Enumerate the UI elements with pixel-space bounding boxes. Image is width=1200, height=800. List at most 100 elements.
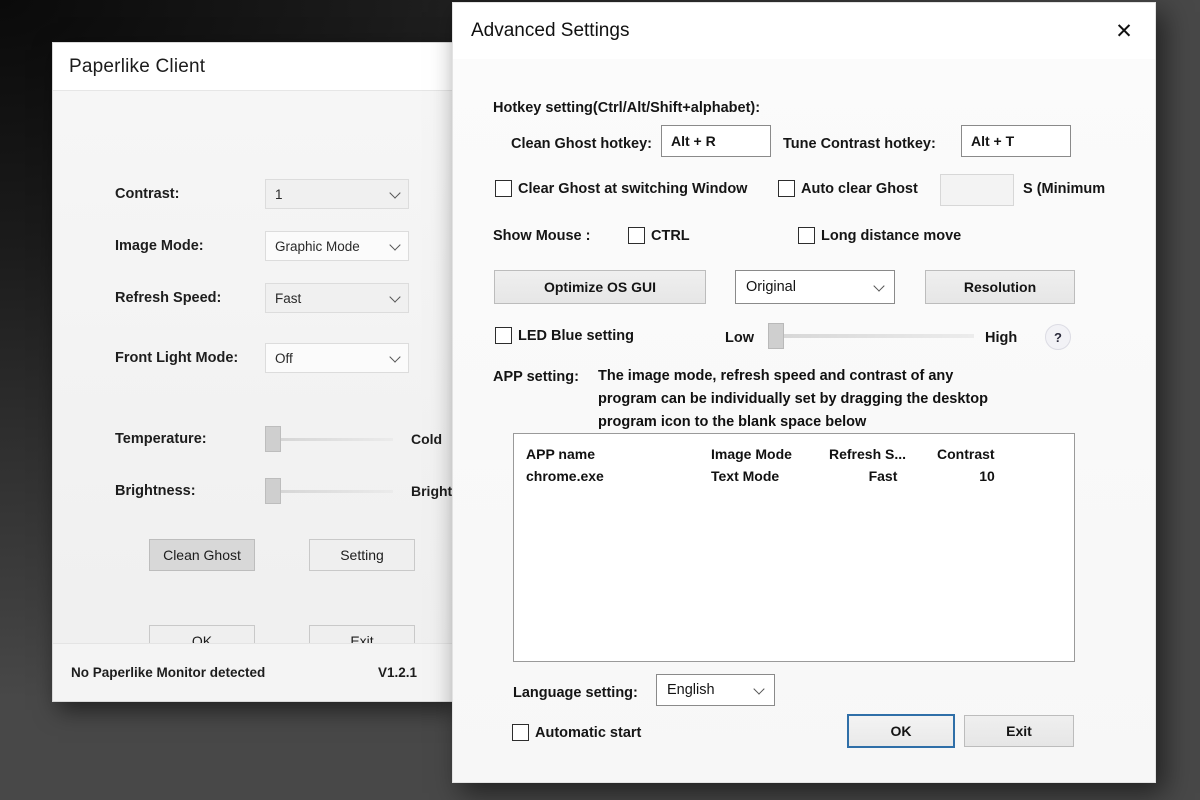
tune-contrast-hotkey-input[interactable]: Alt + T (961, 125, 1071, 157)
clear-ghost-switching-label: Clear Ghost at switching Window (518, 181, 747, 197)
clear-ghost-switching-checkbox[interactable] (495, 180, 512, 197)
hotkey-section-label: Hotkey setting(Ctrl/Alt/Shift+alphabet): (493, 100, 760, 116)
brightness-label: Brightness: (115, 483, 265, 499)
paperlike-field-front-light-mode: Front Light Mode: Off (115, 343, 445, 373)
advanced-titlebar: Advanced Settings ✕ (453, 3, 1155, 59)
led-blue-slider[interactable] (768, 323, 974, 349)
refresh-speed-label: Refresh Speed: (115, 290, 265, 306)
automatic-start-checkbox-row[interactable]: Automatic start (512, 724, 641, 741)
brightness-slider[interactable] (265, 478, 393, 504)
app-table-header-contrast: Contrast (937, 446, 1037, 462)
advanced-body: Hotkey setting(Ctrl/Alt/Shift+alphabet):… (453, 59, 1155, 782)
temperature-slider-thumb[interactable] (265, 426, 281, 452)
temperature-end-label: Cold (411, 431, 442, 447)
paperlike-field-contrast: Contrast: 1 (115, 179, 445, 209)
brightness-slider-thumb[interactable] (265, 478, 281, 504)
ctrl-label: CTRL (651, 228, 690, 244)
language-select-value: English (667, 682, 715, 698)
app-setting-label: APP setting: (493, 369, 579, 385)
resolution-button[interactable]: Resolution (925, 270, 1075, 304)
chevron-down-icon (390, 188, 402, 200)
app-table-cell-refresh-speed: Fast (829, 468, 937, 484)
contrast-value: 1 (275, 187, 283, 202)
app-table-header-image-mode: Image Mode (711, 446, 829, 462)
auto-clear-seconds-input[interactable] (940, 174, 1014, 206)
brightness-end-label: Bright (411, 483, 452, 499)
advanced-exit-button[interactable]: Exit (964, 715, 1074, 747)
paperlike-body: Contrast: 1 Image Mode: Graphic Mode Ref… (53, 91, 453, 701)
desktop-background: Paperlike Client Contrast: 1 Image Mode:… (0, 0, 1200, 800)
image-mode-value: Graphic Mode (275, 239, 360, 254)
paperlike-slider-brightness: Brightness: Bright (115, 476, 475, 506)
clean-ghost-hotkey-input[interactable]: Alt + R (661, 125, 771, 157)
app-table-header-refresh-speed: Refresh S... (829, 446, 937, 462)
automatic-start-checkbox[interactable] (512, 724, 529, 741)
long-distance-move-checkbox[interactable] (798, 227, 815, 244)
app-setting-description: The image mode, refresh speed and contra… (598, 365, 988, 434)
long-distance-move-checkbox-row[interactable]: Long distance move (798, 227, 961, 244)
clean-ghost-hotkey-label: Clean Ghost hotkey: (511, 136, 652, 152)
resolution-select-value: Original (746, 279, 796, 295)
setting-button[interactable]: Setting (309, 539, 415, 571)
temperature-label: Temperature: (115, 431, 265, 447)
close-icon[interactable]: ✕ (1101, 11, 1147, 51)
app-settings-table[interactable]: APP name Image Mode Refresh S... Contras… (513, 433, 1075, 662)
advanced-settings-title: Advanced Settings (471, 20, 629, 42)
help-icon[interactable]: ? (1045, 324, 1071, 350)
status-text: No Paperlike Monitor detected (71, 665, 265, 680)
front-light-mode-select[interactable]: Off (265, 343, 409, 373)
show-mouse-label: Show Mouse : (493, 228, 590, 244)
led-blue-checkbox[interactable] (495, 327, 512, 344)
app-table-cell-image-mode: Text Mode (711, 468, 829, 484)
temperature-slider-track (265, 438, 393, 441)
app-table-cell-contrast: 10 (937, 468, 1037, 484)
ctrl-checkbox-row[interactable]: CTRL (628, 227, 690, 244)
led-blue-slider-thumb[interactable] (768, 323, 784, 349)
app-setting-description-line-3: program icon to the blank space below (598, 411, 988, 434)
automatic-start-label: Automatic start (535, 725, 641, 741)
image-mode-select[interactable]: Graphic Mode (265, 231, 409, 261)
paperlike-field-image-mode: Image Mode: Graphic Mode (115, 231, 445, 261)
tune-contrast-hotkey-label: Tune Contrast hotkey: (783, 136, 936, 152)
paperlike-statusbar: No Paperlike Monitor detected V1.2.1 (53, 643, 453, 701)
paperlike-client-window: Paperlike Client Contrast: 1 Image Mode:… (52, 42, 454, 702)
led-blue-checkbox-row[interactable]: LED Blue setting (495, 327, 634, 344)
ctrl-checkbox[interactable] (628, 227, 645, 244)
auto-clear-ghost-checkbox-row[interactable]: Auto clear Ghost (778, 180, 918, 197)
refresh-speed-select[interactable]: Fast (265, 283, 409, 313)
temperature-slider[interactable] (265, 426, 393, 452)
contrast-label: Contrast: (115, 186, 265, 202)
auto-clear-ghost-checkbox[interactable] (778, 180, 795, 197)
auto-clear-seconds-suffix: S (Minimum (1023, 181, 1105, 197)
front-light-mode-value: Off (275, 351, 293, 366)
app-setting-description-line-1: The image mode, refresh speed and contra… (598, 365, 988, 388)
resolution-select[interactable]: Original (735, 270, 895, 304)
app-table-header-row: APP name Image Mode Refresh S... Contras… (514, 446, 1074, 462)
led-high-label: High (985, 330, 1017, 346)
version-text: V1.2.1 (378, 665, 435, 680)
app-setting-description-line-2: program can be individually set by dragg… (598, 388, 988, 411)
long-distance-move-label: Long distance move (821, 228, 961, 244)
front-light-mode-label: Front Light Mode: (115, 350, 265, 366)
led-low-label: Low (725, 330, 754, 346)
clean-ghost-button[interactable]: Clean Ghost (149, 539, 255, 571)
chevron-down-icon (390, 292, 402, 304)
paperlike-field-refresh-speed: Refresh Speed: Fast (115, 283, 445, 313)
app-table-cell-app-name: chrome.exe (526, 468, 711, 484)
table-row[interactable]: chrome.exe Text Mode Fast 10 (514, 468, 1074, 484)
language-select[interactable]: English (656, 674, 775, 706)
chevron-down-icon (390, 240, 402, 252)
language-setting-label: Language setting: (513, 685, 638, 701)
advanced-ok-button[interactable]: OK (847, 714, 955, 748)
clear-ghost-switching-checkbox-row[interactable]: Clear Ghost at switching Window (495, 180, 747, 197)
chevron-down-icon (390, 352, 402, 364)
auto-clear-ghost-label: Auto clear Ghost (801, 181, 918, 197)
advanced-settings-window: Advanced Settings ✕ Hotkey setting(Ctrl/… (452, 2, 1156, 783)
paperlike-slider-temperature: Temperature: Cold (115, 424, 475, 454)
chevron-down-icon (754, 684, 766, 696)
app-table-header-app-name: APP name (526, 446, 711, 462)
optimize-os-gui-button[interactable]: Optimize OS GUI (494, 270, 706, 304)
paperlike-title: Paperlike Client (69, 56, 205, 78)
contrast-select[interactable]: 1 (265, 179, 409, 209)
brightness-slider-track (265, 490, 393, 493)
